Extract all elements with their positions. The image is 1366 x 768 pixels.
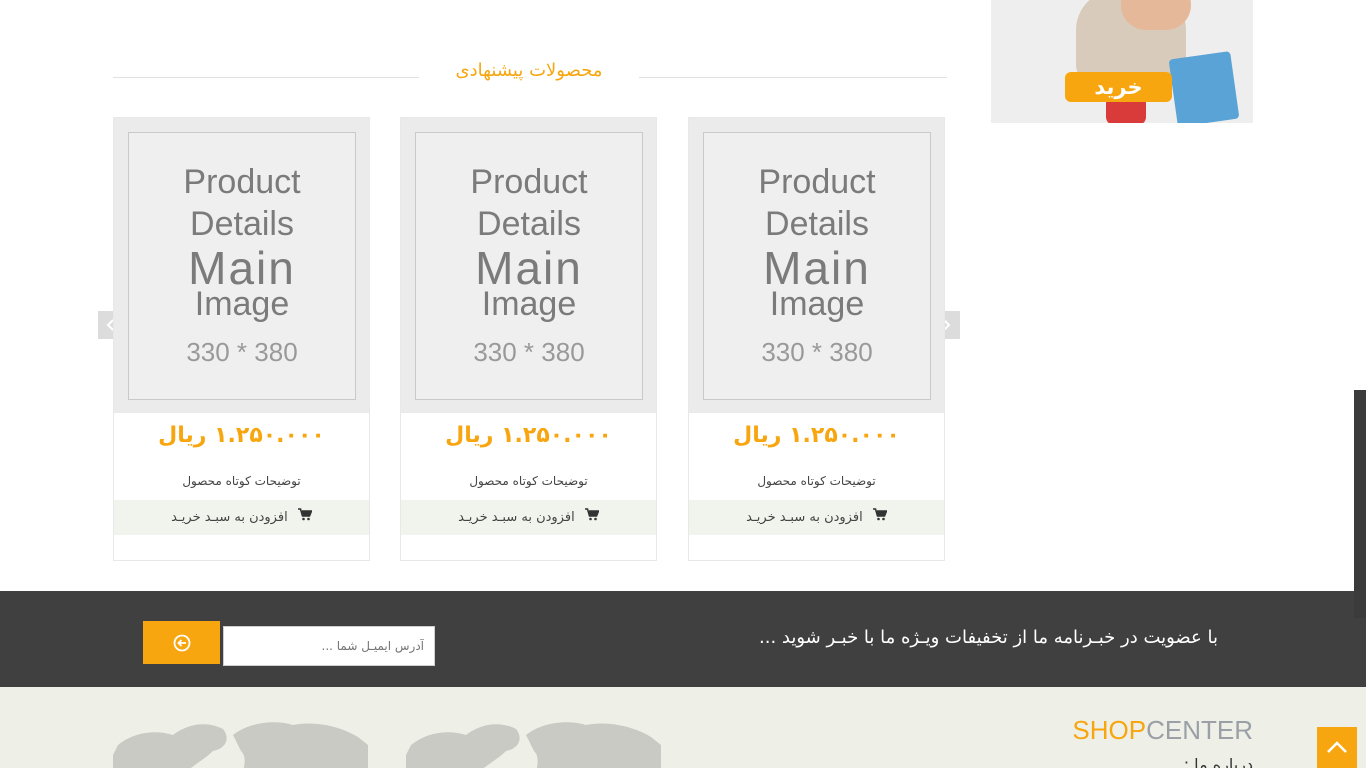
placeholder-text: Image bbox=[194, 285, 290, 323]
logo-text-center: CENTER bbox=[1146, 715, 1253, 745]
placeholder-text: Details bbox=[765, 205, 869, 243]
world-map-image bbox=[113, 722, 368, 768]
placeholder-size: 330 * 380 bbox=[473, 337, 585, 367]
page: خرید محصولات پیشنهادی Product Details Ma… bbox=[0, 0, 1366, 768]
product-image[interactable]: Product Details Main Image 330 * 380 bbox=[689, 118, 944, 413]
add-to-cart-label: افزودن به سبـد خریـد bbox=[746, 510, 863, 525]
chevron-up-icon bbox=[1327, 741, 1347, 753]
placeholder-text: Image bbox=[481, 285, 577, 323]
banner-buy-button[interactable]: خرید bbox=[1065, 72, 1172, 102]
placeholder-size: 330 * 380 bbox=[761, 337, 873, 367]
product-price: ۱.۲۵۰.۰۰۰ ریال bbox=[445, 423, 612, 448]
add-to-cart-button[interactable]: افزودن به سبـد خریـد bbox=[689, 500, 944, 535]
add-to-cart-label: افزودن به سبـد خریـد bbox=[171, 510, 288, 525]
shopping-bag-image bbox=[1168, 51, 1240, 123]
cart-icon bbox=[584, 500, 600, 535]
footer: SHOPCENTER درباره ما : bbox=[0, 687, 1366, 768]
add-to-cart-label: افزودن به سبـد خریـد bbox=[458, 510, 575, 525]
email-input[interactable] bbox=[223, 626, 435, 666]
cart-icon bbox=[297, 500, 313, 535]
product-card[interactable]: Product Details Main Image 330 * 380 ۱.۲… bbox=[113, 117, 370, 561]
product-price: ۱.۲۵۰.۰۰۰ ریال bbox=[158, 423, 325, 448]
product-image-placeholder: Product Details Main Image 330 * 380 bbox=[128, 132, 356, 400]
product-price: ۱.۲۵۰.۰۰۰ ریال bbox=[733, 423, 900, 448]
placeholder-text: Product bbox=[470, 163, 588, 201]
add-to-cart-button[interactable]: افزودن به سبـد خریـد bbox=[114, 500, 369, 535]
footer-about-heading: درباره ما : bbox=[1183, 755, 1253, 768]
world-map-image bbox=[406, 722, 661, 768]
footer-logo: SHOPCENTER bbox=[1072, 715, 1253, 746]
placeholder-size: 330 * 380 bbox=[186, 337, 298, 367]
back-to-top-button[interactable] bbox=[1317, 727, 1357, 768]
newsletter-submit-button[interactable] bbox=[143, 621, 220, 664]
add-to-cart-button[interactable]: افزودن به سبـد خریـد bbox=[401, 500, 656, 535]
product-image-placeholder: Product Details Main Image 330 * 380 bbox=[415, 132, 643, 400]
section-divider-left bbox=[113, 77, 419, 78]
section-title: محصولات پیشنهادی bbox=[455, 60, 603, 81]
product-card[interactable]: Product Details Main Image 330 * 380 ۱.۲… bbox=[400, 117, 657, 561]
cart-icon bbox=[872, 500, 888, 535]
placeholder-text: Details bbox=[477, 205, 581, 243]
product-description: توضیحات کوتاه محصول bbox=[182, 474, 301, 488]
product-image-placeholder: Product Details Main Image 330 * 380 bbox=[703, 132, 931, 400]
logo-text-shop: SHOP bbox=[1072, 715, 1147, 745]
newsletter-bar: با عضویت در خبـرنامه ما از تخفیفات ویـژه… bbox=[0, 591, 1366, 687]
promo-banner[interactable]: خرید bbox=[991, 0, 1253, 123]
placeholder-text: Details bbox=[190, 205, 294, 243]
product-description: توضیحات کوتاه محصول bbox=[757, 474, 876, 488]
product-image[interactable]: Product Details Main Image 330 * 380 bbox=[401, 118, 656, 413]
placeholder-text: Product bbox=[758, 163, 876, 201]
scrollbar-thumb[interactable] bbox=[1354, 390, 1366, 618]
newsletter-text: با عضویت در خبـرنامه ما از تخفیفات ویـژه… bbox=[759, 627, 1218, 648]
section-divider-right bbox=[639, 77, 947, 78]
product-card[interactable]: Product Details Main Image 330 * 380 ۱.۲… bbox=[688, 117, 945, 561]
placeholder-text: Image bbox=[769, 285, 865, 323]
placeholder-text: Product bbox=[183, 163, 301, 201]
product-description: توضیحات کوتاه محصول bbox=[469, 474, 588, 488]
arrow-circle-icon bbox=[173, 634, 190, 652]
product-image[interactable]: Product Details Main Image 330 * 380 bbox=[114, 118, 369, 413]
